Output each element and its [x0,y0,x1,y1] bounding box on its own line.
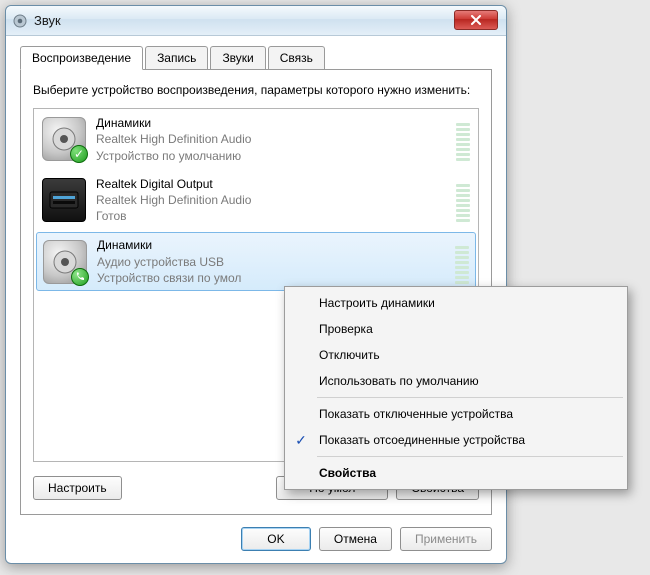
close-button[interactable] [454,10,498,30]
device-name: Realtek Digital Output [96,176,450,192]
check-icon: ✓ [295,432,307,449]
default-check-icon: ✓ [70,145,88,163]
tab-strip: Воспроизведение Запись Звуки Связь [20,46,492,70]
digital-output-icon [42,178,86,222]
device-status: Устройство связи по умол [97,270,449,286]
tab-playback[interactable]: Воспроизведение [20,46,143,70]
instruction-text: Выберите устройство воспроизведения, пар… [33,82,479,98]
context-menu: Настроить динамики Проверка Отключить Ис… [284,286,628,490]
close-icon [470,15,482,25]
tab-comm[interactable]: Связь [268,46,325,70]
apply-button[interactable]: Применить [400,527,492,551]
menu-show-disconnected[interactable]: ✓ Показать отсоединенные устройства [287,427,625,453]
device-status: Готов [96,208,450,224]
menu-label: Отключить [319,348,380,362]
tab-record[interactable]: Запись [145,46,208,70]
menu-label: Показать отключенные устройства [319,407,513,421]
title-bar[interactable]: Звук [6,6,506,36]
device-text: Динамики Аудио устройства USB Устройство… [97,237,449,286]
level-meter [456,117,470,161]
list-item[interactable]: Динамики Аудио устройства USB Устройство… [36,232,476,291]
device-driver: Аудио устройства USB [97,254,449,270]
device-name: Динамики [97,237,449,253]
menu-separator [317,397,623,398]
device-name: Динамики [96,115,450,131]
sound-icon [12,13,28,29]
configure-button[interactable]: Настроить [33,476,122,500]
menu-separator [317,456,623,457]
dialog-button-row: OK Отмена Применить [20,527,492,551]
menu-label: Настроить динамики [319,296,435,310]
device-text: Realtek Digital Output Realtek High Defi… [96,176,450,225]
menu-show-disabled[interactable]: Показать отключенные устройства [287,401,625,427]
menu-label: Свойства [319,466,376,480]
window-title: Звук [34,13,61,28]
ok-button[interactable]: OK [241,527,311,551]
cancel-button[interactable]: Отмена [319,527,392,551]
device-status: Устройство по умолчанию [96,148,450,164]
list-item[interactable]: Realtek Digital Output Realtek High Defi… [34,170,478,231]
menu-set-default[interactable]: Использовать по умолчанию [287,368,625,394]
menu-disable[interactable]: Отключить [287,342,625,368]
phone-badge-icon [71,268,89,286]
speaker-icon [43,240,87,284]
menu-label: Использовать по умолчанию [319,374,479,388]
list-item[interactable]: ✓ Динамики Realtek High Definition Audio… [34,109,478,170]
device-driver: Realtek High Definition Audio [96,192,450,208]
menu-properties[interactable]: Свойства [287,460,625,486]
menu-label: Проверка [319,322,373,336]
tab-sounds[interactable]: Звуки [210,46,265,70]
menu-configure-speakers[interactable]: Настроить динамики [287,290,625,316]
speaker-icon: ✓ [42,117,86,161]
menu-test[interactable]: Проверка [287,316,625,342]
menu-label: Показать отсоединенные устройства [319,433,525,447]
device-driver: Realtek High Definition Audio [96,131,450,147]
level-meter [455,240,469,284]
device-text: Динамики Realtek High Definition Audio У… [96,115,450,164]
level-meter [456,178,470,222]
